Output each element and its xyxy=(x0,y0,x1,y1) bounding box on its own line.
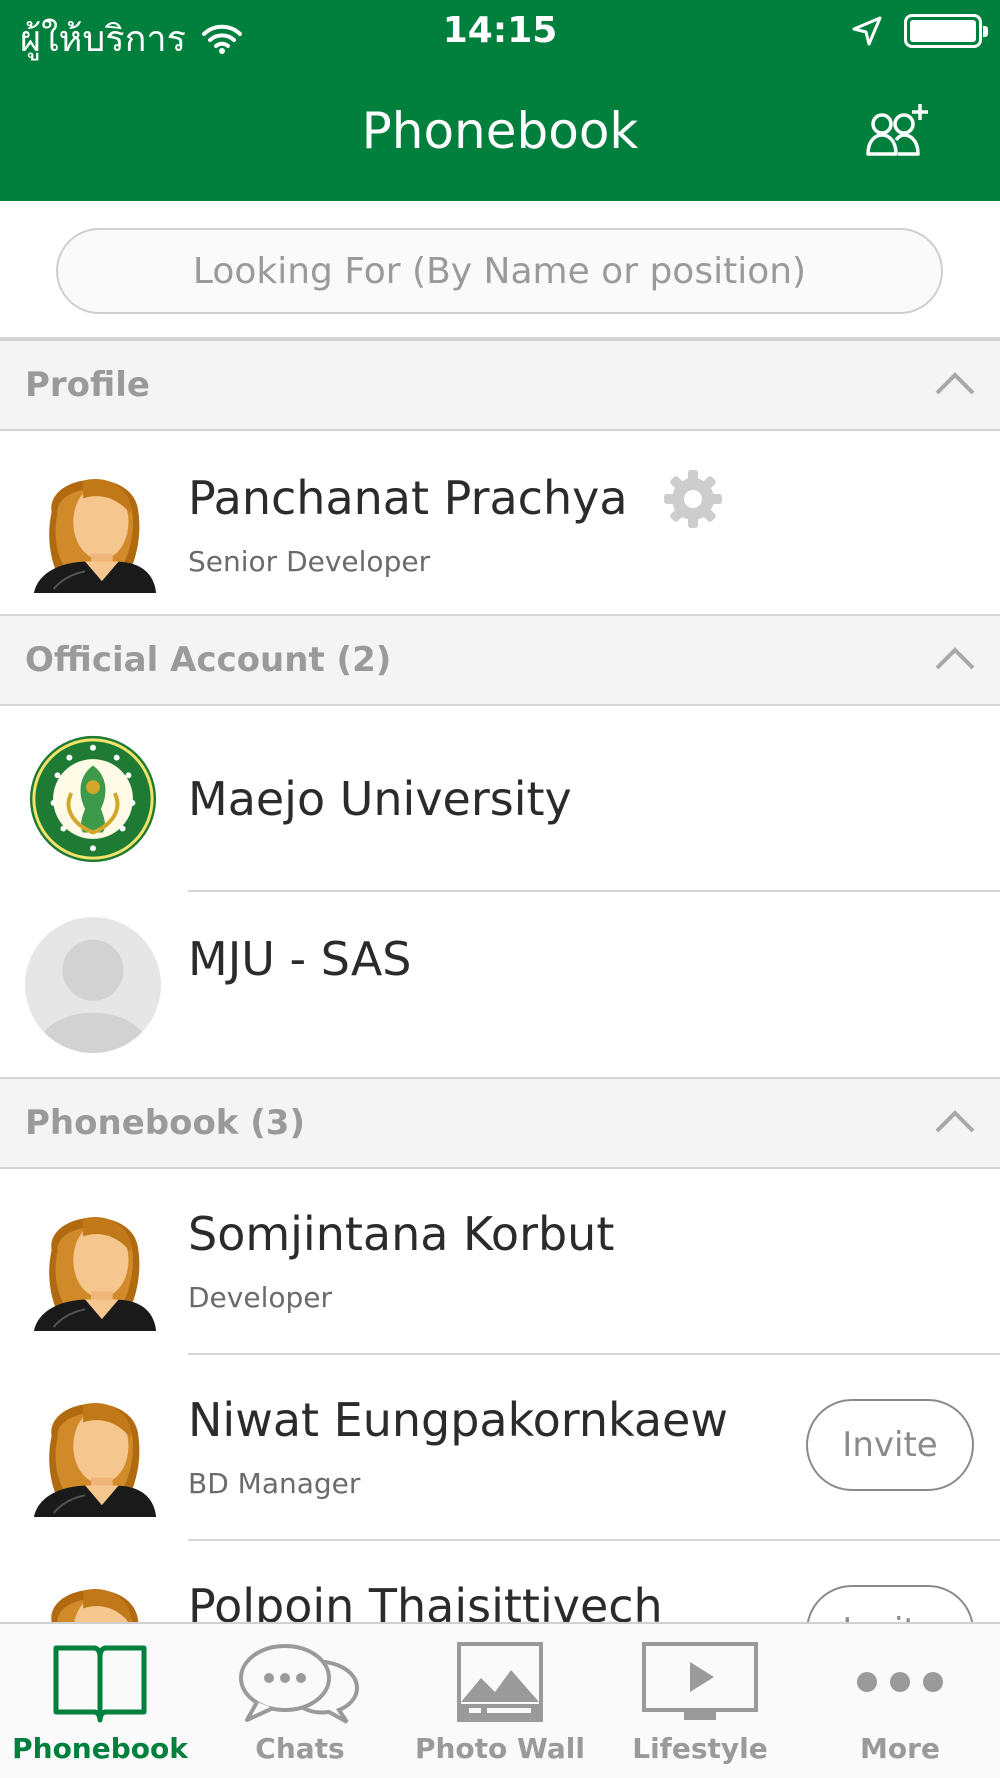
section-title: Phonebook (3) xyxy=(25,1103,305,1143)
chevron-up-icon xyxy=(935,372,975,395)
tab-label: Phonebook xyxy=(12,1732,188,1765)
contact-position: BD Manager xyxy=(188,1467,361,1500)
tab-bar: Phonebook Chats Photo Wall Lifestyle Mor… xyxy=(0,1622,1000,1778)
add-contact-icon[interactable] xyxy=(866,100,932,160)
tab-label: Lifestyle xyxy=(632,1732,768,1765)
app-header: ผู้ให้บริการ 14:15 Phonebook xyxy=(0,0,1000,201)
section-header-profile[interactable]: Profile xyxy=(0,339,1000,431)
gear-icon[interactable] xyxy=(662,468,724,530)
list-item-contact[interactable]: Somjintana Korbut Developer xyxy=(0,1169,1000,1355)
university-seal-logo xyxy=(29,735,157,863)
tab-chats[interactable]: Chats xyxy=(200,1624,400,1778)
invite-button[interactable]: Invite xyxy=(806,1399,974,1491)
section-title: Official Account (2) xyxy=(25,640,392,680)
contact-position: Developer xyxy=(188,1281,333,1314)
status-indicators xyxy=(852,14,988,48)
list-item-contact[interactable]: Niwat Eungpakornkaew BD Manager Invite xyxy=(0,1355,1000,1541)
contact-name: Somjintana Korbut xyxy=(188,1207,615,1261)
official-account-name: Maejo University xyxy=(188,772,572,826)
official-account-name: MJU - SAS xyxy=(188,932,412,986)
profile-name: Panchanat Prachya xyxy=(188,471,628,525)
photo-icon xyxy=(457,1642,543,1722)
tab-phonebook[interactable]: Phonebook xyxy=(0,1624,200,1778)
contact-name: Niwat Eungpakornkaew xyxy=(188,1393,728,1447)
search-input[interactable] xyxy=(56,228,943,314)
tab-more[interactable]: More xyxy=(800,1624,1000,1778)
status-time: 14:15 xyxy=(442,10,558,51)
list-item-official-account[interactable]: MJU - SAS xyxy=(0,892,1000,1078)
avatar xyxy=(24,1193,162,1331)
search-bar xyxy=(0,201,1000,339)
tab-photo-wall[interactable]: Photo Wall xyxy=(400,1624,600,1778)
profile-row[interactable]: Panchanat Prachya Senior Developer xyxy=(0,431,1000,617)
list-item-official-account[interactable]: Maejo University xyxy=(0,706,1000,892)
page-title: Phonebook xyxy=(361,102,639,160)
tab-label: Chats xyxy=(255,1732,345,1765)
chevron-up-icon xyxy=(935,647,975,670)
tab-lifestyle[interactable]: Lifestyle xyxy=(600,1624,800,1778)
chevron-up-icon xyxy=(935,1110,975,1133)
avatar xyxy=(24,1379,162,1517)
chat-bubbles-icon xyxy=(239,1644,360,1724)
tab-label: Photo Wall xyxy=(414,1732,586,1765)
book-icon xyxy=(53,1645,147,1723)
battery-icon xyxy=(904,14,988,48)
status-bar: ผู้ให้บริการ 14:15 xyxy=(0,0,1000,64)
section-header-phonebook[interactable]: Phonebook (3) xyxy=(0,1077,1000,1169)
default-avatar-icon xyxy=(24,916,162,1054)
profile-position: Senior Developer xyxy=(188,545,431,578)
more-dots-icon xyxy=(857,1672,943,1692)
section-header-official-account[interactable]: Official Account (2) xyxy=(0,614,1000,706)
tab-label: More xyxy=(860,1732,940,1765)
avatar xyxy=(24,455,162,593)
location-arrow-icon xyxy=(852,16,882,46)
play-screen-icon xyxy=(642,1642,758,1720)
section-title: Profile xyxy=(25,365,150,405)
